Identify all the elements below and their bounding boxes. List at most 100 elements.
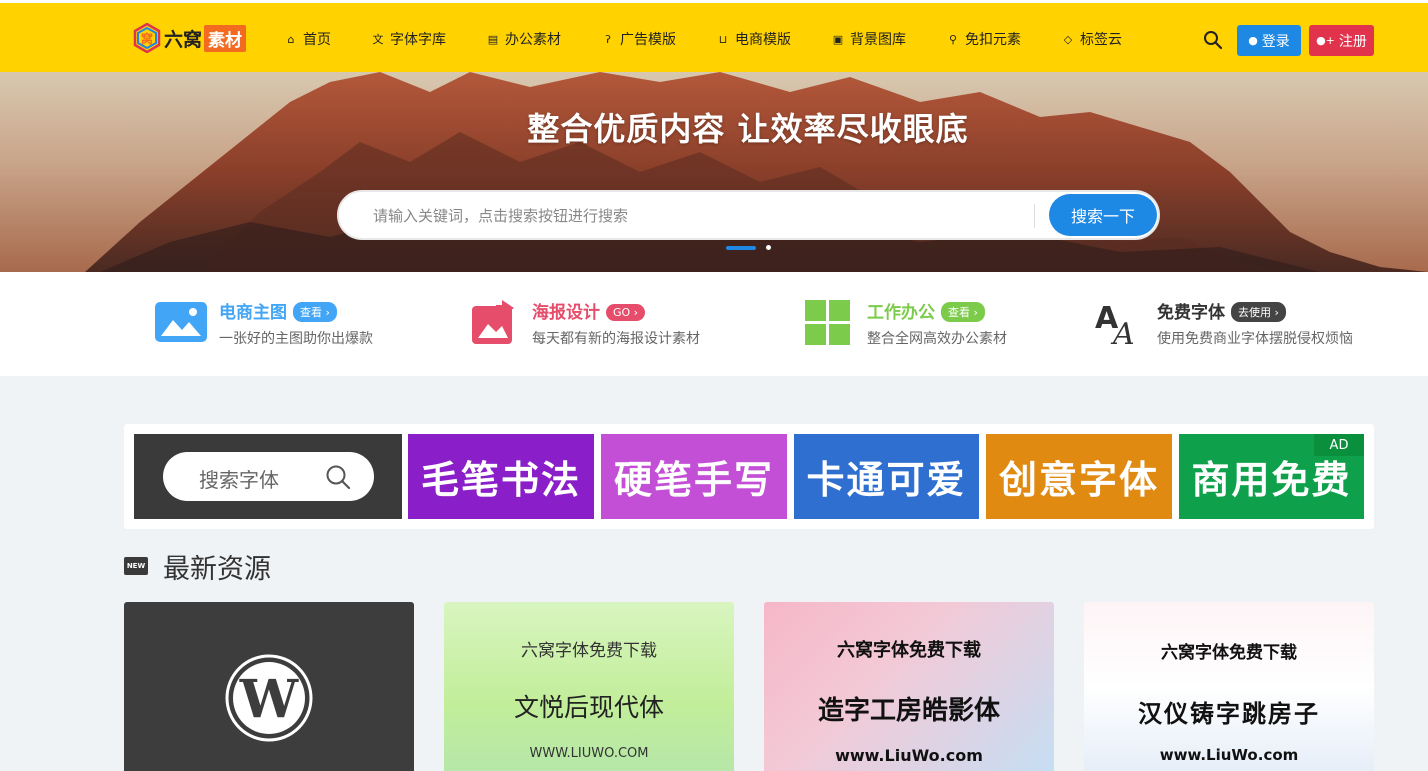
nav-label: 电商模版 (735, 32, 791, 48)
site-header: 窝 六窝 素材 ⌂ 首页 文 字体字库 ▤ 办公素材 ʔ 广告模版 ⊔ 电商模版… (0, 0, 1428, 72)
nav-label: 背景图库 (850, 32, 906, 48)
main-nav: ⌂ 首页 文 字体字库 ▤ 办公素材 ʔ 广告模版 ⊔ 电商模版 ▣ 背景图库 … (284, 3, 1123, 75)
feature-badge-label: 去使用 (1238, 306, 1271, 319)
nav-item-fonts[interactable]: 文 字体字库 (371, 29, 447, 49)
svg-text:A: A (1110, 317, 1135, 348)
card-url: www.LiuWo.com (1159, 746, 1299, 764)
card-subtitle: 六窝字体免费下载 (521, 641, 657, 661)
resource-card[interactable]: W (124, 602, 414, 771)
font-search-label: 搜索字体 (199, 468, 279, 492)
nav-label: 免扣元素 (965, 32, 1021, 48)
image-icon: ▣ (832, 32, 844, 46)
search-divider (1034, 204, 1035, 228)
login-button[interactable]: ● 登录 (1237, 25, 1301, 56)
resource-card[interactable]: 六窝字体免费下载 汉仪铸字跳房子 www.LiuWo.com (1084, 602, 1374, 771)
font-tile-handwriting[interactable]: 硬笔手写 (601, 434, 787, 519)
cart-icon: ⊔ (718, 32, 728, 46)
hero-title: 整合优质内容 让效率尽收眼底 (527, 110, 969, 148)
section-title: 最新资源 (163, 553, 271, 585)
feature-title: 电商主图 查看 › (219, 298, 337, 323)
card-url: WWW.LIUWO.COM (529, 746, 649, 761)
latest-resources-header: NEW 最新资源 (124, 548, 271, 585)
font-tile-cartoon[interactable]: 卡通可爱 (794, 434, 979, 519)
site-logo[interactable]: 窝 六窝 素材 (132, 21, 247, 55)
feature-badge[interactable]: 查看 › (293, 302, 337, 322)
font-tile-creative[interactable]: 创意字体 (986, 434, 1172, 519)
feature-badge[interactable]: 去使用 › (1231, 302, 1286, 322)
font-icon: AA (1093, 296, 1145, 352)
ad-badge: AD (1314, 434, 1364, 456)
carousel-dot-active[interactable] (726, 245, 756, 250)
card-subtitle: 六窝字体免费下载 (837, 640, 981, 661)
nav-item-tags[interactable]: ◇ 标签云 (1061, 29, 1122, 49)
nav-item-home[interactable]: ⌂ 首页 (284, 29, 332, 49)
nav-label: 办公素材 (505, 32, 561, 48)
user-plus-icon: ●+ (1316, 34, 1335, 47)
feature-badge-label: 查看 (948, 306, 970, 319)
image-icon (155, 296, 207, 348)
magic-wand-icon: ⚲ (948, 32, 958, 46)
mountain-background-image (85, 72, 1428, 272)
logo-mark-icon: 窝 (132, 22, 162, 54)
font-search-panel: 搜索字体 (134, 434, 402, 519)
feature-desc: 一张好的主图助你出爆款 (219, 331, 373, 347)
feature-badge-label: GO (613, 306, 631, 319)
feature-title: 海报设计 GO › (532, 298, 646, 323)
register-label: 注册 (1338, 33, 1367, 50)
nav-item-backgrounds[interactable]: ▣ 背景图库 (831, 29, 906, 49)
search-icon (325, 464, 351, 490)
card-subtitle: 六窝字体免费下载 (1161, 643, 1297, 663)
font-search-box[interactable]: 搜索字体 (163, 452, 374, 501)
feature-title-text: 电商主图 (219, 303, 287, 323)
resource-card[interactable]: 六窝字体免费下载 文悦后现代体 WWW.LIUWO.COM (444, 602, 734, 771)
nav-label: 首页 (303, 32, 331, 48)
svg-text:W: W (239, 669, 300, 730)
feature-title: 免费字体 去使用 › (1157, 298, 1286, 323)
hero-banner: 整合优质内容 让效率尽收眼底 搜索一下 (0, 72, 1428, 272)
nav-label: 字体字库 (390, 32, 446, 48)
login-label: 登录 (1261, 33, 1290, 50)
windows-grid-icon (803, 296, 855, 348)
poster-icon (468, 296, 520, 348)
feature-badge-label: 查看 (300, 306, 322, 319)
card-title: 文悦后现代体 (513, 693, 664, 722)
feature-title-text: 工作办公 (867, 303, 935, 323)
nav-item-cutouts[interactable]: ⚲ 免扣元素 (946, 29, 1021, 49)
font-tile-calligraphy[interactable]: 毛笔书法 (408, 434, 594, 519)
nav-item-ecommerce[interactable]: ⊔ 电商模版 (716, 29, 791, 49)
feature-badge[interactable]: 查看 › (941, 302, 985, 322)
feature-title: 工作办公 查看 › (867, 298, 985, 323)
carousel-dots (726, 245, 771, 250)
feature-desc: 整合全网高效办公素材 (867, 331, 1007, 347)
feature-title-text: 海报设计 (532, 303, 600, 323)
nav-label: 广告模版 (620, 32, 676, 48)
search-icon[interactable] (1203, 30, 1223, 50)
card-url: www.LiuWo.com (835, 746, 983, 765)
ear-icon: ʔ (605, 32, 611, 46)
hero-search-input[interactable] (373, 202, 1013, 230)
wordpress-logo-icon: W (225, 654, 313, 742)
translate-icon: 文 (372, 33, 384, 46)
carousel-dot[interactable] (766, 245, 771, 250)
nav-item-office[interactable]: ▤ 办公素材 (486, 29, 561, 49)
hero-search-box: 搜索一下 (337, 190, 1160, 240)
feature-desc: 使用免费商业字体摆脱侵权烦恼 (1157, 331, 1353, 347)
feature-strip: 电商主图 查看 › 一张好的主图助你出爆款 海报设计 GO › 每天都有新的海报设计… (0, 272, 1428, 376)
hero-search-button[interactable]: 搜索一下 (1049, 194, 1157, 236)
home-icon: ⌂ (287, 32, 295, 46)
logo-text: 六窝 (164, 28, 203, 51)
feature-title-text: 免费字体 (1157, 303, 1225, 323)
tag-icon: ◇ (1063, 32, 1073, 46)
user-icon: ● (1248, 34, 1258, 47)
font-category-banner: 搜索字体 毛笔书法 硬笔手写 卡通可爱 创意字体 商用免费 AD (124, 424, 1374, 529)
document-icon: ▤ (487, 32, 499, 46)
feature-desc: 每天都有新的海报设计素材 (532, 331, 700, 347)
register-button[interactable]: ●+ 注册 (1309, 25, 1374, 56)
new-badge-icon: NEW (124, 557, 148, 575)
resource-card[interactable]: 六窝字体免费下载 造字工房皓影体 www.LiuWo.com (764, 602, 1054, 771)
card-title: 造字工房皓影体 (817, 696, 1000, 726)
card-title: 汉仪铸字跳房子 (1138, 700, 1320, 728)
logo-mark-char: 窝 (141, 31, 153, 46)
feature-badge[interactable]: GO › (606, 304, 646, 321)
nav-item-ads[interactable]: ʔ 广告模版 (601, 29, 676, 49)
